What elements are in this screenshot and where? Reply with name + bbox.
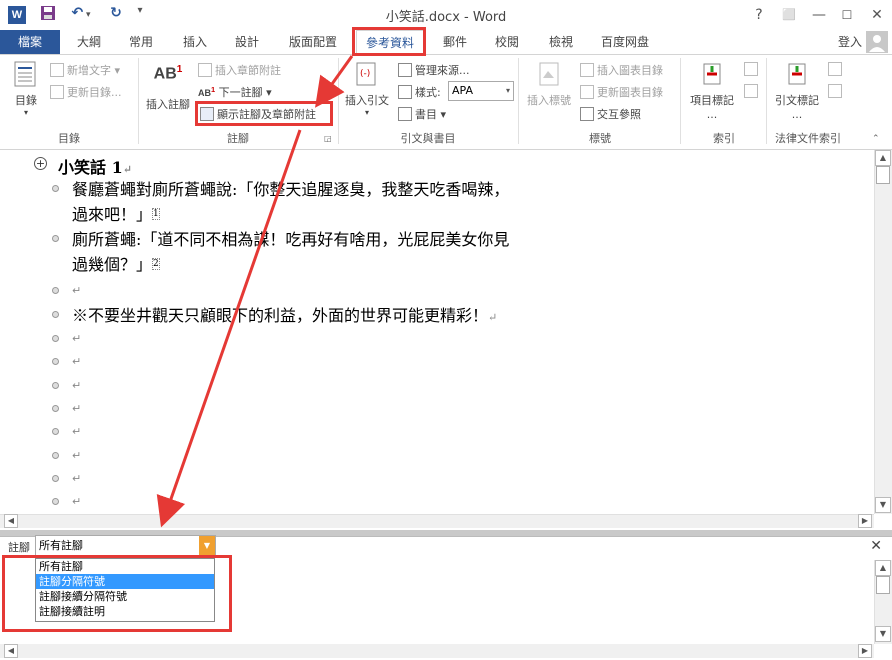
annotation-arrow <box>315 55 354 108</box>
annotation-arrow <box>156 129 302 528</box>
annotation-arrows <box>156 55 354 528</box>
